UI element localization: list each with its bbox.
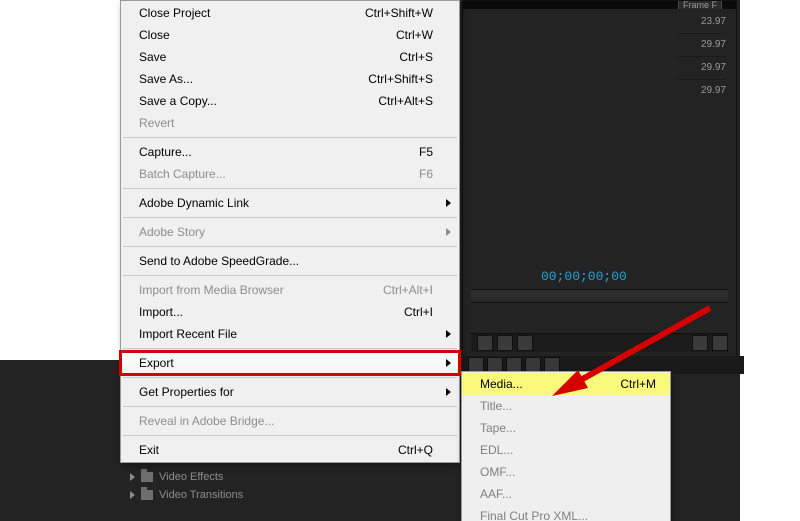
transport-icon[interactable] bbox=[712, 335, 728, 351]
menu-item-label: Import... bbox=[139, 305, 392, 319]
submenu-item-label: OMF... bbox=[480, 465, 656, 479]
panel-tabstrip: Frame F bbox=[463, 1, 736, 9]
folder-icon bbox=[141, 490, 153, 500]
menu-separator bbox=[123, 377, 457, 378]
submenu-item-label: Tape... bbox=[480, 421, 656, 435]
file-menu: Close Project Ctrl+Shift+W Close Ctrl+W Save… bbox=[120, 0, 460, 463]
menu-item-get-properties-for[interactable]: Get Properties for bbox=[121, 381, 459, 403]
menu-separator bbox=[123, 137, 457, 138]
menu-item-label: Close Project bbox=[139, 6, 353, 20]
framerate-value: 29.97 bbox=[676, 56, 726, 79]
source-panel: Frame F 23.97 29.97 29.97 29.97 00;00;00… bbox=[462, 0, 737, 360]
timeline-ruler[interactable] bbox=[471, 289, 728, 303]
menu-item-label: Save bbox=[139, 50, 387, 64]
tree-item-label: Video Transitions bbox=[159, 489, 243, 501]
menu-item-shortcut: Ctrl+W bbox=[396, 28, 433, 42]
tree-item[interactable]: Video Effects bbox=[130, 468, 243, 486]
menu-item-label: Save a Copy... bbox=[139, 94, 366, 108]
menu-item-reveal-in-adobe-bridge: Reveal in Adobe Bridge... bbox=[121, 410, 459, 432]
menu-item-label: Send to Adobe SpeedGrade... bbox=[139, 254, 433, 268]
menu-separator bbox=[123, 188, 457, 189]
submenu-item-edl: EDL... bbox=[462, 439, 670, 461]
menu-separator bbox=[123, 435, 457, 436]
transport-icon[interactable] bbox=[517, 335, 533, 351]
submenu-item-omf: OMF... bbox=[462, 461, 670, 483]
submenu-item-aaf: AAF... bbox=[462, 483, 670, 505]
transport-controls bbox=[471, 333, 728, 352]
menu-item-import[interactable]: Import... Ctrl+I bbox=[121, 301, 459, 323]
menu-separator bbox=[123, 217, 457, 218]
menu-item-label: Get Properties for bbox=[139, 385, 433, 399]
submenu-item-label: Title... bbox=[480, 399, 656, 413]
framerate-value: 23.97 bbox=[676, 11, 726, 33]
menu-item-label: Export bbox=[139, 356, 433, 370]
menu-item-label: Capture... bbox=[139, 145, 407, 159]
menu-item-shortcut: Ctrl+Alt+I bbox=[383, 283, 433, 297]
menu-item-label: Reveal in Adobe Bridge... bbox=[139, 414, 433, 428]
disclosure-icon[interactable] bbox=[130, 491, 135, 499]
submenu-item-media[interactable]: Media...Ctrl+M bbox=[462, 373, 670, 395]
menu-item-label: Import Recent File bbox=[139, 327, 433, 341]
submenu-item-label: Final Cut Pro XML... bbox=[480, 509, 656, 521]
menu-item-label: Batch Capture... bbox=[139, 167, 407, 181]
menu-item-label: Close bbox=[139, 28, 384, 42]
submenu-item-shortcut: Ctrl+M bbox=[620, 377, 656, 391]
menu-item-label: Adobe Dynamic Link bbox=[139, 196, 433, 210]
menu-item-import-from-media-browser: Import from Media Browser Ctrl+Alt+I bbox=[121, 279, 459, 301]
menu-item-save[interactable]: Save Ctrl+S bbox=[121, 46, 459, 68]
disclosure-icon[interactable] bbox=[130, 473, 135, 481]
menu-item-shortcut: Ctrl+Q bbox=[398, 443, 433, 457]
transport-icon[interactable] bbox=[497, 335, 513, 351]
frame-column-header: Frame F bbox=[678, 1, 722, 9]
menu-item-label: Save As... bbox=[139, 72, 356, 86]
menu-item-save-a-copy[interactable]: Save a Copy... Ctrl+Alt+S bbox=[121, 90, 459, 112]
menu-item-shortcut: Ctrl+Shift+S bbox=[368, 72, 433, 86]
framerate-value: 29.97 bbox=[676, 33, 726, 56]
menu-item-label: Revert bbox=[139, 116, 433, 130]
menu-item-shortcut: Ctrl+S bbox=[399, 50, 433, 64]
menu-separator bbox=[123, 275, 457, 276]
menu-separator bbox=[123, 406, 457, 407]
menu-item-export[interactable]: Export bbox=[121, 352, 459, 374]
menu-separator bbox=[123, 348, 457, 349]
menu-item-label: Adobe Story bbox=[139, 225, 433, 239]
framerate-column: 23.97 29.97 29.97 29.97 bbox=[676, 11, 726, 102]
folder-icon bbox=[141, 472, 153, 482]
submenu-item-label: EDL... bbox=[480, 443, 656, 457]
menu-item-shortcut: F5 bbox=[419, 145, 433, 159]
menu-item-exit[interactable]: Exit Ctrl+Q bbox=[121, 439, 459, 461]
menu-item-import-recent-file[interactable]: Import Recent File bbox=[121, 323, 459, 345]
export-submenu: Media...Ctrl+M Title... Tape... EDL... OMF..… bbox=[461, 371, 671, 521]
submenu-item-tape: Tape... bbox=[462, 417, 670, 439]
menu-separator bbox=[123, 246, 457, 247]
tree-item[interactable]: Video Transitions bbox=[130, 486, 243, 504]
project-tree: Video Effects Video Transitions bbox=[130, 468, 243, 504]
transport-icon[interactable] bbox=[477, 335, 493, 351]
menu-item-label: Import from Media Browser bbox=[139, 283, 371, 297]
menu-item-batch-capture: Batch Capture... F6 bbox=[121, 163, 459, 185]
menu-item-close[interactable]: Close Ctrl+W bbox=[121, 24, 459, 46]
menu-item-revert: Revert bbox=[121, 112, 459, 134]
submenu-item-label: Media... bbox=[480, 377, 620, 391]
menu-item-adobe-story: Adobe Story bbox=[121, 221, 459, 243]
menu-item-shortcut: Ctrl+Alt+S bbox=[378, 94, 433, 108]
menu-item-adobe-dynamic-link[interactable]: Adobe Dynamic Link bbox=[121, 192, 459, 214]
menu-item-shortcut: Ctrl+I bbox=[404, 305, 433, 319]
menu-item-capture[interactable]: Capture... F5 bbox=[121, 141, 459, 163]
submenu-item-title: Title... bbox=[462, 395, 670, 417]
timecode[interactable]: 00;00;00;00 bbox=[541, 269, 627, 284]
menu-item-close-project[interactable]: Close Project Ctrl+Shift+W bbox=[121, 2, 459, 24]
tree-item-label: Video Effects bbox=[159, 471, 223, 483]
menu-item-shortcut: F6 bbox=[419, 167, 433, 181]
framerate-value: 29.97 bbox=[676, 79, 726, 102]
transport-icon[interactable] bbox=[692, 335, 708, 351]
submenu-item-label: AAF... bbox=[480, 487, 656, 501]
menu-item-shortcut: Ctrl+Shift+W bbox=[365, 6, 433, 20]
menu-item-save-as[interactable]: Save As... Ctrl+Shift+S bbox=[121, 68, 459, 90]
menu-item-send-to-adobe-speedgrade[interactable]: Send to Adobe SpeedGrade... bbox=[121, 250, 459, 272]
submenu-item-final-cut-pro-xml: Final Cut Pro XML... bbox=[462, 505, 670, 521]
menu-item-label: Exit bbox=[139, 443, 386, 457]
